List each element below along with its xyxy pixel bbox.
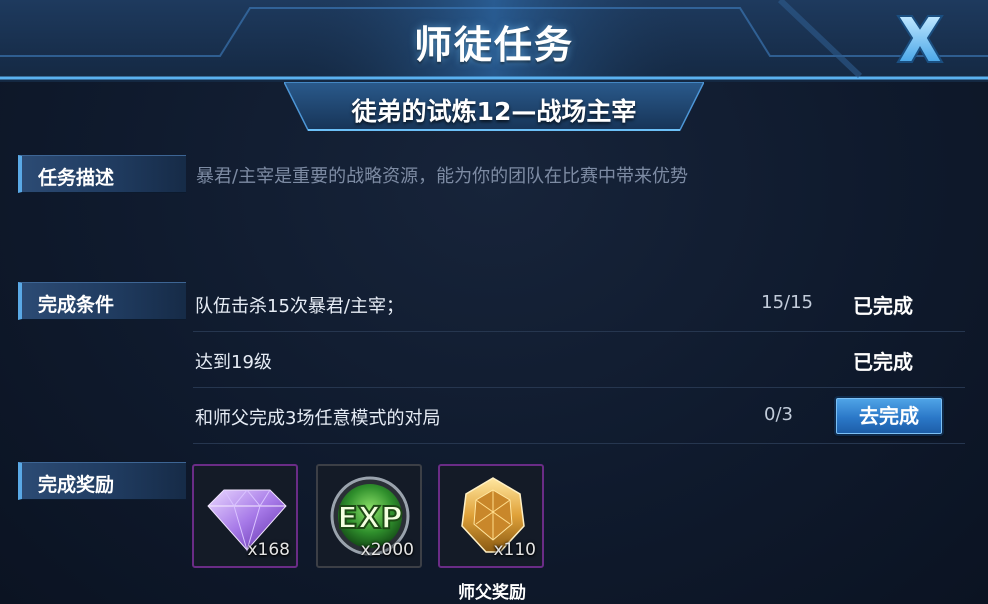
close-icon bbox=[896, 15, 944, 63]
condition-row: 队伍击杀15次暴君/主宰； 15/15 已完成 bbox=[193, 276, 965, 332]
reward-item-diamond[interactable]: x168 bbox=[192, 464, 298, 568]
condition-progress: 0/3 bbox=[764, 404, 793, 425]
task-subtitle: 徒弟的试炼12—战场主宰 bbox=[351, 97, 637, 126]
title-bar: 师徒任务 bbox=[0, 0, 988, 82]
description-tab-label: 任务描述 bbox=[38, 167, 115, 189]
svg-text:EXP: EXP bbox=[337, 501, 403, 536]
reward-count: x168 bbox=[247, 540, 290, 560]
rewards-tab-label: 完成奖励 bbox=[38, 474, 115, 496]
subtitle-ribbon: 徒弟的试炼12—战场主宰 bbox=[284, 82, 704, 138]
condition-row: 达到19级 已完成 bbox=[193, 332, 965, 388]
conditions-tab: 完成条件 bbox=[18, 282, 186, 320]
go-complete-button[interactable]: 去完成 bbox=[836, 398, 942, 434]
description-tab: 任务描述 bbox=[18, 155, 186, 193]
reward-item-exp[interactable]: EXP x2000 bbox=[316, 464, 422, 568]
mentor-reward-caption: 师父奖励 bbox=[458, 583, 526, 603]
condition-status: 已完成 bbox=[853, 350, 913, 374]
condition-label: 达到19级 bbox=[195, 352, 272, 373]
close-button[interactable] bbox=[880, 8, 960, 72]
rewards-tab: 完成奖励 bbox=[18, 462, 186, 500]
mentor-task-panel: 师徒任务 徒弟的试炼12—战场主宰 任务描述 暴君/主宰是重要的战略资源，能为你… bbox=[0, 0, 988, 604]
condition-progress: 15/15 bbox=[761, 292, 813, 313]
condition-status: 已完成 bbox=[853, 294, 913, 318]
condition-label: 队伍击杀15次暴君/主宰； bbox=[195, 296, 404, 317]
reward-count: x110 bbox=[493, 540, 536, 560]
condition-label: 和师父完成3场任意模式的对局 bbox=[195, 408, 441, 429]
task-description: 暴君/主宰是重要的战略资源，能为你的团队在比赛中带来优势 bbox=[196, 166, 689, 187]
reward-count: x2000 bbox=[360, 540, 414, 560]
reward-item-medal[interactable]: x110 bbox=[438, 464, 544, 568]
conditions-tab-label: 完成条件 bbox=[38, 294, 115, 316]
window-title: 师徒任务 bbox=[413, 23, 574, 67]
condition-row: 和师父完成3场任意模式的对局 0/3 去完成 bbox=[193, 388, 965, 444]
